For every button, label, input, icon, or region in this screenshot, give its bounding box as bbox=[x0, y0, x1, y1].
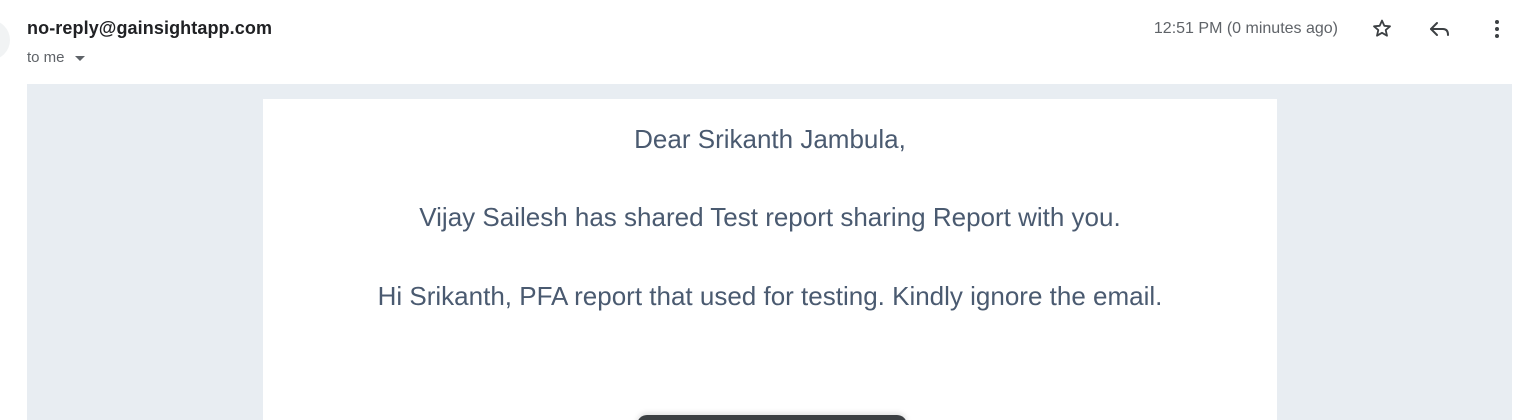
more-vert-icon bbox=[1495, 20, 1499, 38]
reply-icon bbox=[1430, 22, 1449, 36]
view-report-button[interactable] bbox=[637, 415, 907, 420]
recipient-details-toggle[interactable]: to me bbox=[27, 49, 85, 66]
email-greeting: Dear Srikanth Jambula, bbox=[634, 124, 906, 154]
email-shared-text: Vijay Sailesh has shared Test report sha… bbox=[419, 202, 1121, 232]
timestamp: 12:51 PM (0 minutes ago) bbox=[1153, 20, 1338, 37]
more-options-button[interactable] bbox=[1480, 12, 1514, 46]
email-note: Hi Srikanth, PFA report that used for te… bbox=[377, 281, 1163, 311]
recipient-label: to me bbox=[27, 49, 65, 66]
sender-avatar[interactable] bbox=[0, 20, 10, 60]
sender-email[interactable]: no-reply@gainsightapp.com bbox=[27, 18, 272, 39]
email-view: no-reply@gainsightapp.com to me 12:51 PM… bbox=[0, 0, 1530, 420]
star-icon bbox=[1373, 19, 1391, 37]
caret-down-icon bbox=[74, 56, 85, 61]
reply-button[interactable] bbox=[1423, 12, 1457, 46]
star-button[interactable] bbox=[1365, 12, 1399, 46]
